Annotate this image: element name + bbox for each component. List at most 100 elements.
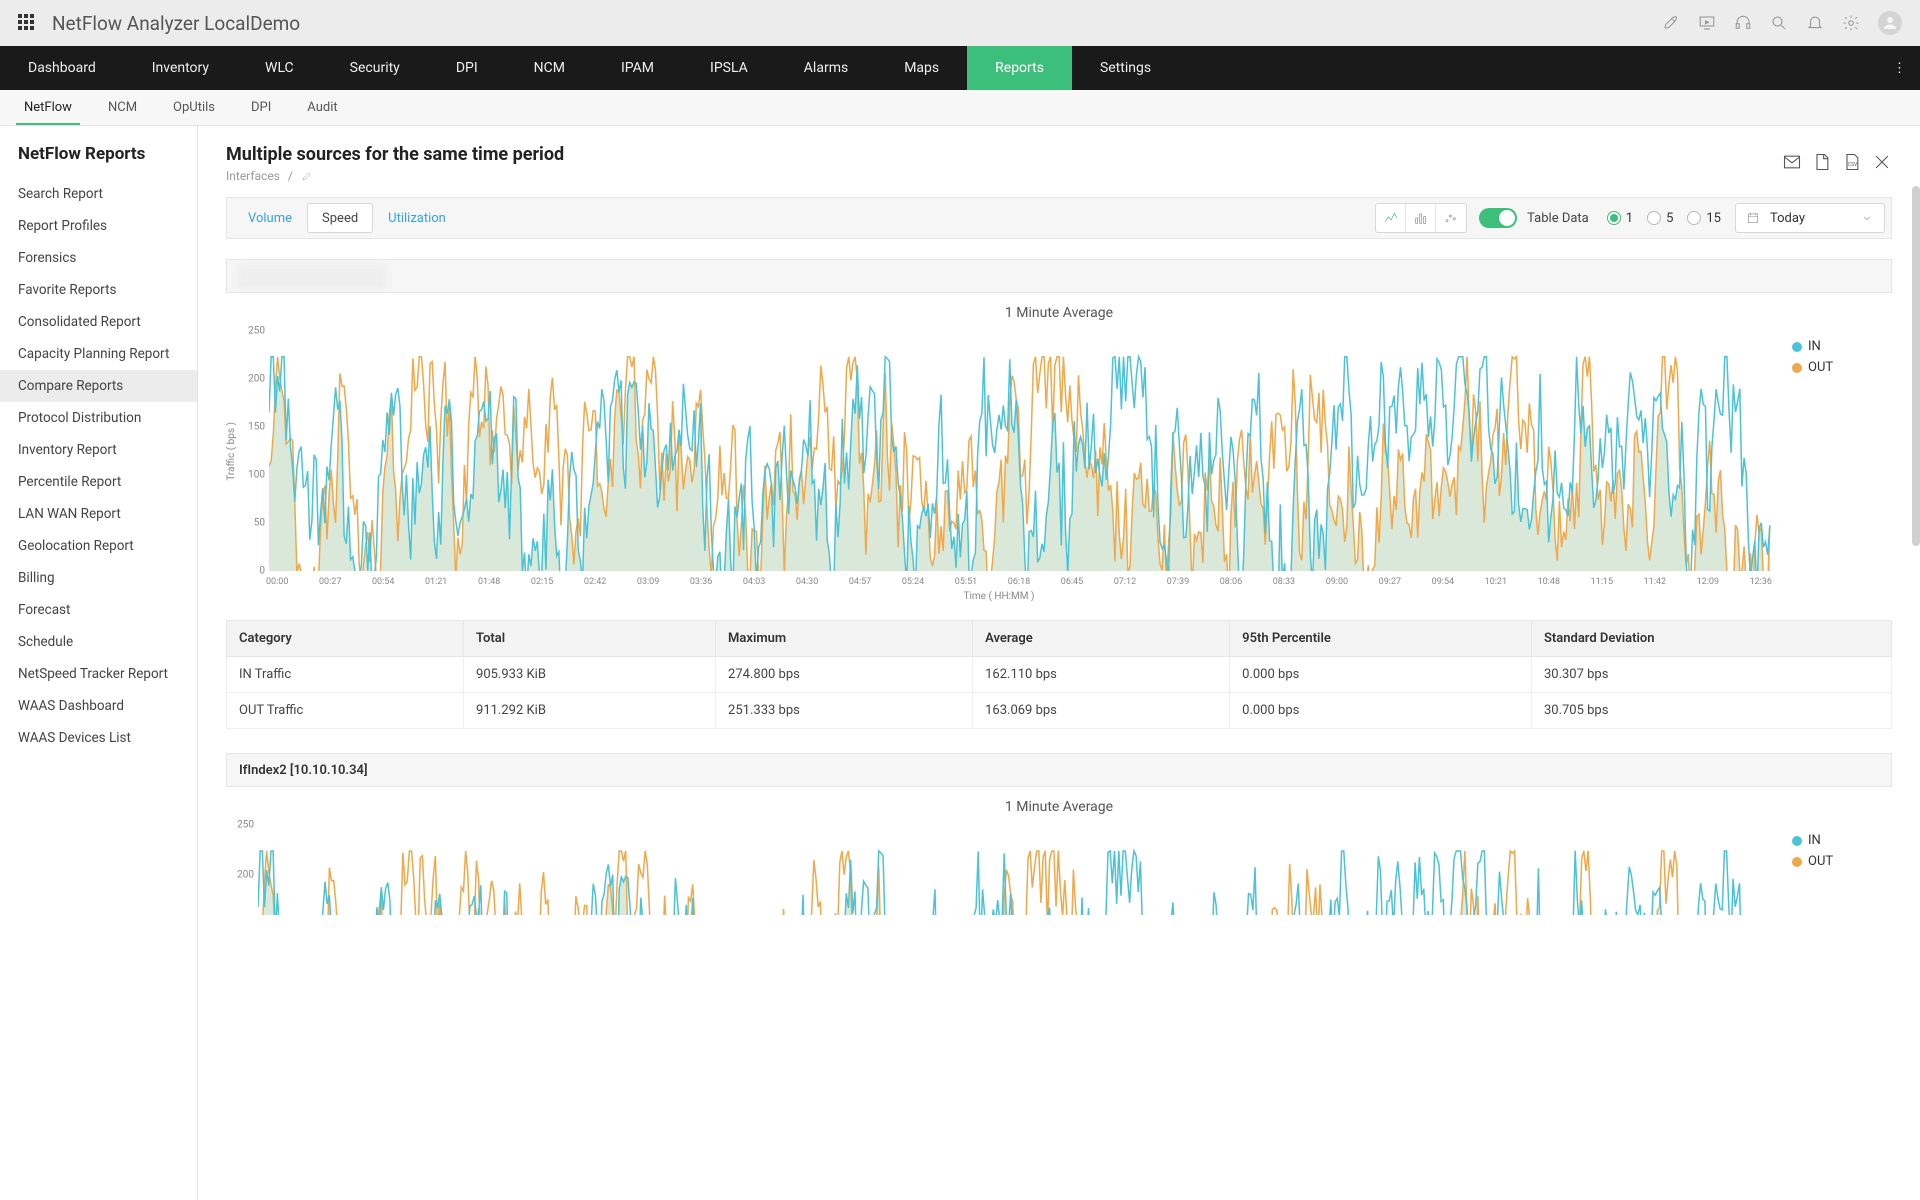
table-row: OUT Traffic911.292 KiB251.333 bps163.069… <box>227 693 1892 729</box>
nav-settings[interactable]: Settings <box>1072 46 1179 90</box>
page-actions: CSV <box>1782 152 1892 172</box>
breadcrumb-separator: / <box>288 169 293 183</box>
bell-icon[interactable] <box>1806 14 1824 32</box>
source-name-redacted <box>237 264 387 290</box>
search-icon[interactable] <box>1770 14 1788 32</box>
subnav-oputils[interactable]: OpUtils <box>155 90 233 125</box>
nav-alarms[interactable]: Alarms <box>776 46 876 90</box>
xaxis-ticks: 00:0000:2700:5401:2101:4802:1502:4203:09… <box>266 571 1772 587</box>
scrollbar[interactable] <box>1912 186 1920 546</box>
chevron-down-icon <box>1860 211 1874 225</box>
pdf-icon[interactable] <box>1812 152 1832 172</box>
chart-2-title: 1 Minute Average <box>226 799 1892 815</box>
legend-in[interactable]: IN <box>1808 339 1821 354</box>
sidebar-item-compare-reports[interactable]: Compare Reports <box>0 370 197 402</box>
subnav-dpi[interactable]: DPI <box>233 90 289 125</box>
sidebar-item-report-profiles[interactable]: Report Profiles <box>0 210 197 242</box>
sidebar-item-billing[interactable]: Billing <box>0 562 197 594</box>
breadcrumb-item[interactable]: Interfaces <box>226 169 280 183</box>
nav-more-icon[interactable]: ⋮ <box>1879 46 1920 90</box>
legend-2-in[interactable]: IN <box>1808 833 1821 848</box>
stats-table: CategoryTotalMaximumAverage95th Percenti… <box>226 620 1892 729</box>
rocket-icon[interactable] <box>1662 14 1680 32</box>
sidebar-item-schedule[interactable]: Schedule <box>0 626 197 658</box>
table-data-label: Table Data <box>1527 211 1589 226</box>
nav-ncm[interactable]: NCM <box>506 46 593 90</box>
interval-radio-5[interactable]: 5 <box>1647 211 1673 226</box>
source-2-label: IfIndex2 [10.10.10.34] <box>239 763 368 778</box>
sidebar-item-netspeed-tracker-report[interactable]: NetSpeed Tracker Report <box>0 658 197 690</box>
chart-2-plot-area[interactable] <box>258 825 1772 915</box>
col-header: Category <box>227 621 464 657</box>
presentation-icon[interactable] <box>1698 14 1716 32</box>
subnav-audit[interactable]: Audit <box>289 90 355 125</box>
main-content: Multiple sources for the same time perio… <box>198 126 1920 1200</box>
sidebar-item-forecast[interactable]: Forecast <box>0 594 197 626</box>
interval-radio-15[interactable]: 15 <box>1687 211 1721 226</box>
csv-icon[interactable]: CSV <box>1842 152 1862 172</box>
nav-dashboard[interactable]: Dashboard <box>0 46 124 90</box>
sidebar-item-inventory-report[interactable]: Inventory Report <box>0 434 197 466</box>
chart-legend: IN OUT <box>1772 331 1892 375</box>
sub-nav: NetFlow NCM OpUtils DPI Audit <box>0 90 1920 126</box>
chart-type-scatter-icon[interactable] <box>1436 204 1466 232</box>
table-data-toggle[interactable] <box>1479 208 1517 228</box>
sidebar-item-waas-dashboard[interactable]: WAAS Dashboard <box>0 690 197 722</box>
gear-icon[interactable] <box>1842 14 1860 32</box>
sidebar-item-search-report[interactable]: Search Report <box>0 178 197 210</box>
chart-plot-area[interactable] <box>269 331 1772 571</box>
edit-icon[interactable] <box>301 170 313 182</box>
nav-maps[interactable]: Maps <box>876 46 967 90</box>
col-header: Maximum <box>716 621 973 657</box>
period-selector[interactable]: Today <box>1735 203 1885 233</box>
sidebar-item-waas-devices-list[interactable]: WAAS Devices List <box>0 722 197 754</box>
chart-type-selector <box>1375 203 1467 233</box>
sidebar-item-consolidated-report[interactable]: Consolidated Report <box>0 306 197 338</box>
sidebar-item-forensics[interactable]: Forensics <box>0 242 197 274</box>
sidebar-item-favorite-reports[interactable]: Favorite Reports <box>0 274 197 306</box>
nav-inventory[interactable]: Inventory <box>124 46 237 90</box>
calendar-icon <box>1746 211 1760 225</box>
app-title: NetFlow Analyzer LocalDemo <box>52 12 300 35</box>
nav-reports[interactable]: Reports <box>967 46 1072 90</box>
chart-type-line-icon[interactable] <box>1376 204 1406 232</box>
interval-radio-1[interactable]: 1 <box>1607 211 1633 226</box>
nav-dpi[interactable]: DPI <box>428 46 506 90</box>
nav-wlc[interactable]: WLC <box>237 46 322 90</box>
tab-speed[interactable]: Speed <box>307 203 373 233</box>
sidebar-item-capacity-planning-report[interactable]: Capacity Planning Report <box>0 338 197 370</box>
headset-icon[interactable] <box>1734 14 1752 32</box>
apps-grid-icon[interactable] <box>18 14 36 32</box>
source-header-2: IfIndex2 [10.10.10.34] <box>226 753 1892 787</box>
source-header-1 <box>226 259 1892 293</box>
nav-ipam[interactable]: IPAM <box>593 46 682 90</box>
svg-text:CSV: CSV <box>1848 162 1858 168</box>
xaxis-label: Time ( HH:MM ) <box>226 591 1772 602</box>
chart-type-bar-icon[interactable] <box>1406 204 1436 232</box>
legend-2-out[interactable]: OUT <box>1808 854 1833 869</box>
period-label: Today <box>1770 211 1805 226</box>
chart-2: 1 Minute Average 250200 IN OUT <box>226 799 1892 915</box>
sidebar-item-lan-wan-report[interactable]: LAN WAN Report <box>0 498 197 530</box>
close-icon[interactable] <box>1872 152 1892 172</box>
breadcrumb: Interfaces / <box>226 169 564 183</box>
sidebar-item-percentile-report[interactable]: Percentile Report <box>0 466 197 498</box>
subnav-netflow[interactable]: NetFlow <box>6 90 90 125</box>
top-bar: NetFlow Analyzer LocalDemo <box>0 0 1920 46</box>
email-icon[interactable] <box>1782 152 1802 172</box>
sidebar-item-geolocation-report[interactable]: Geolocation Report <box>0 530 197 562</box>
sidebar: NetFlow Reports Search ReportReport Prof… <box>0 126 198 1200</box>
avatar[interactable] <box>1878 11 1902 35</box>
subnav-ncm[interactable]: NCM <box>90 90 155 125</box>
table-row: IN Traffic905.933 KiB274.800 bps162.110 … <box>227 657 1892 693</box>
col-header: Standard Deviation <box>1531 621 1891 657</box>
legend-out[interactable]: OUT <box>1808 360 1833 375</box>
page-title: Multiple sources for the same time perio… <box>226 144 564 165</box>
report-toolbar: Volume Speed Utilization Table Data 1 5 … <box>226 197 1892 239</box>
nav-ipsla[interactable]: IPSLA <box>682 46 776 90</box>
nav-security[interactable]: Security <box>322 46 428 90</box>
tab-utilization[interactable]: Utilization <box>373 203 461 233</box>
sidebar-item-protocol-distribution[interactable]: Protocol Distribution <box>0 402 197 434</box>
chart-2-legend: IN OUT <box>1772 825 1892 869</box>
tab-volume[interactable]: Volume <box>233 203 307 233</box>
